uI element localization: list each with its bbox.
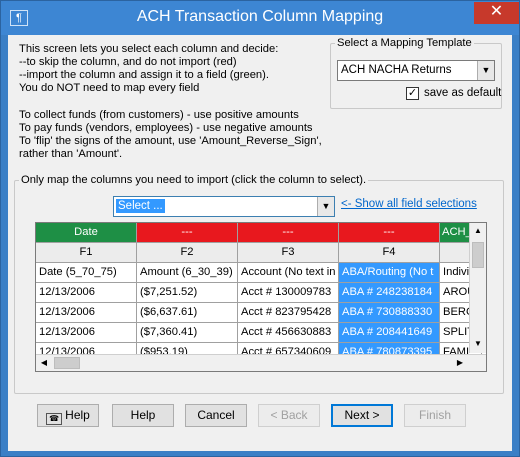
horizontal-scroll-thumb[interactable] [54, 357, 80, 369]
scroll-left-icon[interactable]: ◀ [36, 355, 52, 371]
grid-cell[interactable]: Acct # 130009783 [238, 283, 339, 303]
grid-cell[interactable]: 12/13/2006 [36, 323, 137, 343]
field-select-value: Select ... [116, 199, 165, 213]
template-select-value: ACH NACHA Returns [341, 64, 452, 76]
grid-cell[interactable]: ($7,251.52) [137, 283, 238, 303]
instruction-line: --import the column and assign it to a f… [19, 69, 269, 81]
data-grid[interactable]: Date --- --- --- ACH_ F1 F2 F3 F4 Date (… [35, 222, 487, 372]
window-title: ACH Transaction Column Mapping [136, 8, 384, 25]
close-button[interactable]: ✕ [474, 2, 519, 24]
save-default-checkbox[interactable]: ✓ [406, 87, 419, 100]
grid-cell[interactable]: ABA # 208441649 [339, 323, 440, 343]
chevron-down-icon[interactable]: ▼ [317, 197, 334, 216]
help-icon-button[interactable]: ☎ Help [37, 404, 99, 427]
grid-cell[interactable]: ABA # 730888330 [339, 303, 440, 323]
save-default-label: save as default [424, 87, 502, 99]
instruction-line: To 'flip' the signs of the amount, use '… [19, 135, 322, 147]
scroll-down-icon[interactable]: ▼ [470, 336, 486, 352]
scroll-up-icon[interactable]: ▲ [470, 223, 486, 239]
vertical-scroll-thumb[interactable] [472, 242, 484, 268]
help-book-icon: ☎ [46, 413, 63, 425]
column-assignment[interactable]: --- [137, 223, 238, 243]
cancel-button[interactable]: Cancel [185, 404, 247, 427]
instruction-line: This screen lets you select each column … [19, 43, 279, 55]
grid-cell[interactable]: 12/13/2006 [36, 283, 137, 303]
grid-cell[interactable]: ($6,637.61) [137, 303, 238, 323]
field-select[interactable]: Select ... ▼ [113, 196, 335, 217]
instruction-line: To collect funds (from customers) - use … [19, 109, 299, 121]
dialog-body: This screen lets you select each column … [8, 35, 512, 451]
grid-cell[interactable]: 12/13/2006 [36, 303, 137, 323]
next-button[interactable]: Next > [331, 404, 393, 427]
column-assignment[interactable]: --- [339, 223, 440, 243]
instruction-line: You do NOT need to map every field [19, 82, 200, 94]
finish-button[interactable]: Finish [404, 404, 466, 427]
show-all-link[interactable]: <- Show all field selections [341, 198, 477, 210]
scroll-right-icon[interactable]: ▶ [452, 355, 468, 371]
dialog-window: ¶ ACH Transaction Column Mapping ✕ This … [0, 0, 520, 457]
grid-cell[interactable]: ABA/Routing (No t [339, 263, 440, 283]
chevron-down-icon[interactable]: ▼ [477, 61, 494, 80]
column-assignment[interactable]: Date [36, 223, 137, 243]
title-bar[interactable]: ¶ ACH Transaction Column Mapping ✕ [1, 1, 519, 35]
instruction-line: --to skip the column, and do not import … [19, 56, 237, 68]
help-icon-button-label: Help [65, 408, 90, 422]
grid-cell[interactable]: Acct # 456630883 [238, 323, 339, 343]
help-button[interactable]: Help [112, 404, 174, 427]
column-header[interactable]: F1 [36, 243, 137, 263]
grid-cell[interactable]: ($7,360.41) [137, 323, 238, 343]
template-select[interactable]: ACH NACHA Returns ▼ [337, 60, 495, 81]
column-header[interactable]: F4 [339, 243, 440, 263]
column-assignment[interactable]: --- [238, 223, 339, 243]
back-button[interactable]: < Back [258, 404, 320, 427]
mapping-group-label: Only map the columns you need to import … [19, 174, 369, 186]
grid-cell[interactable]: Acct # 823795428 [238, 303, 339, 323]
template-group-label: Select a Mapping Template [335, 37, 474, 49]
grid-cell[interactable]: Account (No text in [238, 263, 339, 283]
horizontal-scrollbar[interactable]: ◀ ▶ [36, 354, 486, 371]
vertical-scrollbar[interactable]: ▲ ▼ [469, 223, 486, 353]
instruction-line: To pay funds (vendors, employees) - use … [19, 122, 313, 134]
column-header[interactable]: F2 [137, 243, 238, 263]
grid-cell[interactable]: Amount (6_30_39) [137, 263, 238, 283]
grid-cell[interactable]: ABA # 248238184 [339, 283, 440, 303]
instruction-line: rather than 'Amount'. [19, 148, 123, 160]
grid-cell[interactable]: Date (5_70_75) [36, 263, 137, 283]
column-header[interactable]: F3 [238, 243, 339, 263]
